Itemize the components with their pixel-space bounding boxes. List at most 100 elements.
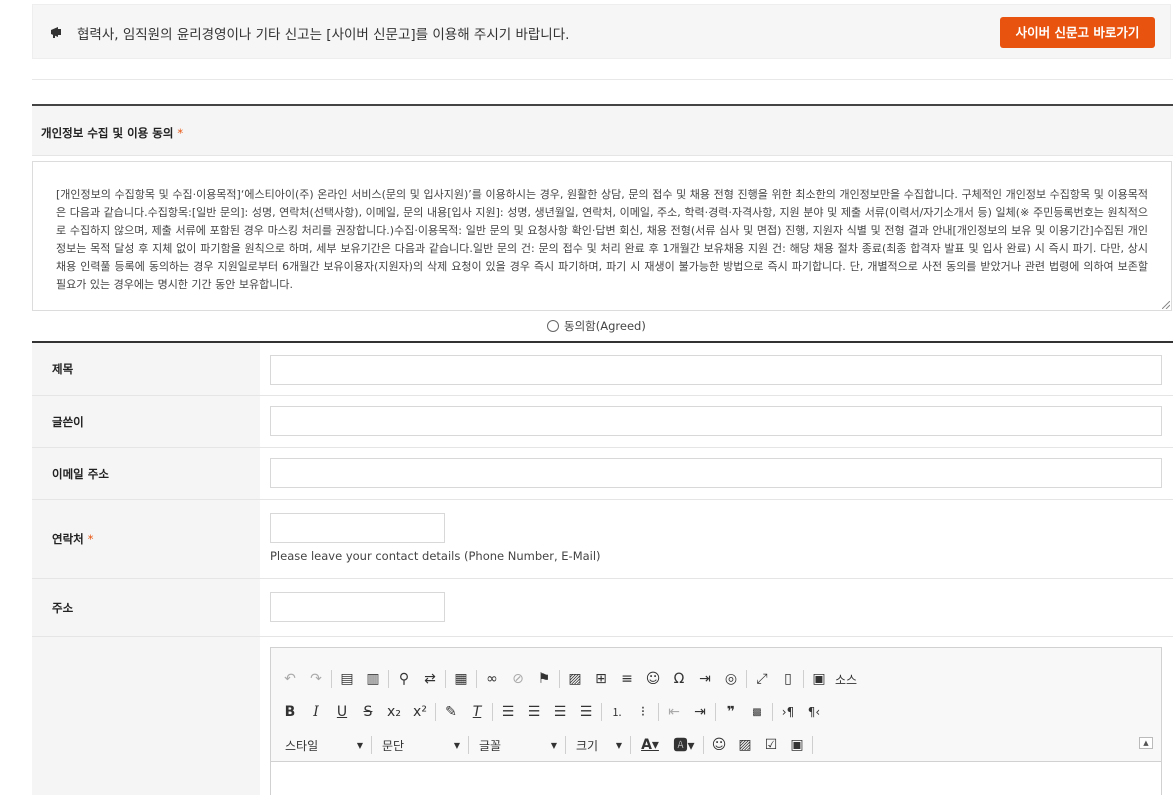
underline-icon[interactable]: U bbox=[329, 700, 355, 724]
toolbar-separator bbox=[388, 670, 389, 688]
size-dropdown[interactable]: 크기 ▼ bbox=[568, 733, 628, 757]
align-right-icon[interactable]: ☰ bbox=[547, 700, 573, 724]
source-button-label[interactable]: 소스 bbox=[832, 671, 860, 688]
toolbar-separator bbox=[746, 670, 747, 688]
cyber-report-button[interactable]: 사이버 신문고 바로가기 bbox=[1000, 17, 1155, 48]
form-row-author: 글쓴이 bbox=[32, 396, 1173, 448]
divider bbox=[32, 79, 1173, 80]
source-icon[interactable]: ▣ bbox=[806, 667, 832, 691]
table-icon[interactable]: ⊞ bbox=[588, 667, 614, 691]
paste-text-icon[interactable]: ▤ bbox=[334, 667, 360, 691]
email-input[interactable] bbox=[270, 458, 1162, 488]
form-row-subject: 제목 bbox=[32, 343, 1173, 396]
background-color-icon[interactable]: 🅰▾ bbox=[667, 733, 701, 757]
font-dropdown[interactable]: 글꼴 ▼ bbox=[471, 733, 563, 757]
contact-cell: Please leave your contact details (Phone… bbox=[260, 500, 1173, 578]
toolbar-separator bbox=[435, 703, 436, 721]
style-dropdown[interactable]: 스타일 ▼ bbox=[277, 733, 369, 757]
align-justify-icon[interactable]: ☰ bbox=[573, 700, 599, 724]
required-mark: * bbox=[177, 126, 184, 140]
find-icon[interactable]: ⚲ bbox=[391, 667, 417, 691]
remove-format-icon[interactable]: T bbox=[464, 700, 490, 724]
special-char-icon[interactable]: Ω bbox=[666, 667, 692, 691]
toolbar-separator bbox=[630, 736, 631, 754]
privacy-policy-text: [개인정보의 수집항목 및 수집·이용목적]‘에스티아이(주) 온라인 서비스(… bbox=[56, 188, 1148, 291]
toolbar-separator bbox=[601, 703, 602, 721]
notice-bar: 협력사, 임직원의 윤리경영이나 기타 신고는 [사이버 신문고]를 이용해 주… bbox=[32, 4, 1171, 59]
author-input[interactable] bbox=[270, 406, 1162, 436]
editor-content-area[interactable] bbox=[271, 761, 1161, 795]
style-dropdown-label: 스타일 bbox=[285, 738, 319, 753]
template-icon[interactable]: ▦ bbox=[448, 667, 474, 691]
resize-grip-icon[interactable] bbox=[1162, 301, 1170, 309]
outdent-icon[interactable]: ⇤ bbox=[661, 700, 687, 724]
notice-text: 협력사, 임직원의 윤리경영이나 기타 신고는 [사이버 신문고]를 이용해 주… bbox=[77, 27, 570, 43]
inquiry-form: 제목 글쓴이 이메일 주소 연락처 * Please leave your co… bbox=[32, 341, 1173, 795]
paste-word-icon[interactable]: ▥ bbox=[360, 667, 386, 691]
privacy-policy-textarea[interactable]: [개인정보의 수집항목 및 수집·이용목적]‘에스티아이(주) 온라인 서비스(… bbox=[32, 161, 1172, 311]
ltr-icon[interactable]: ›¶ bbox=[775, 700, 801, 724]
undo-icon[interactable]: ↶ bbox=[277, 667, 303, 691]
link-icon[interactable]: ∞ bbox=[479, 667, 505, 691]
contact-input[interactable] bbox=[270, 513, 445, 543]
maximize-icon[interactable]: ⤢ bbox=[749, 667, 775, 691]
subject-input[interactable] bbox=[270, 355, 1162, 385]
numbered-list-icon[interactable]: ⒈ bbox=[604, 700, 630, 724]
strike-icon[interactable]: S bbox=[355, 700, 381, 724]
align-center-icon[interactable]: ☰ bbox=[521, 700, 547, 724]
toolbar-separator bbox=[803, 670, 804, 688]
paragraph-dropdown[interactable]: 문단 ▼ bbox=[374, 733, 466, 757]
address-label: 주소 bbox=[32, 579, 260, 636]
replace-icon[interactable]: ⇄ bbox=[417, 667, 443, 691]
font-dropdown-label: 글꼴 bbox=[479, 738, 502, 753]
toolbar-separator bbox=[772, 703, 773, 721]
smiley-icon[interactable]: ☺ bbox=[640, 667, 666, 691]
rtl-icon[interactable]: ¶‹ bbox=[801, 700, 827, 724]
rich-text-editor: ↶ ↷ ▤ ▥ ⚲ ⇄ ▦ ∞ ⊘ ⚑ ▨ ⊞ ≡ ☺ Ω ⇥ ◎ ⤢ ▯ ▣ … bbox=[270, 647, 1162, 795]
toolbar-separator bbox=[331, 670, 332, 688]
email-cell bbox=[260, 448, 1173, 499]
agree-option[interactable]: 동의함(Agreed) bbox=[547, 318, 646, 334]
div-icon[interactable]: ▩ bbox=[744, 700, 770, 724]
chevron-down-icon: ▼ bbox=[615, 740, 622, 750]
chevron-down-icon: ▼ bbox=[550, 740, 557, 750]
unlink-icon[interactable]: ⊘ bbox=[505, 667, 531, 691]
content-cell: ↶ ↷ ▤ ▥ ⚲ ⇄ ▦ ∞ ⊘ ⚑ ▨ ⊞ ≡ ☺ Ω ⇥ ◎ ⤢ ▯ ▣ … bbox=[260, 637, 1173, 795]
insert-image-icon[interactable]: ▨ bbox=[732, 733, 758, 757]
blockquote-icon[interactable]: ❞ bbox=[718, 700, 744, 724]
indent-icon[interactable]: ⇥ bbox=[687, 700, 713, 724]
form-row-address: 주소 bbox=[32, 579, 1173, 637]
toolbar-separator bbox=[445, 670, 446, 688]
bulleted-list-icon[interactable]: ⁝ bbox=[630, 700, 656, 724]
anchor-icon[interactable]: ⚑ bbox=[531, 667, 557, 691]
italic-icon[interactable]: I bbox=[303, 700, 329, 724]
media-icon[interactable]: ▣ bbox=[784, 733, 810, 757]
superscript-icon[interactable]: x² bbox=[407, 700, 433, 724]
text-color-icon[interactable]: A▾ bbox=[633, 733, 667, 757]
address-input[interactable] bbox=[270, 592, 445, 622]
image-icon[interactable]: ▨ bbox=[562, 667, 588, 691]
copy-format-icon[interactable]: ✎ bbox=[438, 700, 464, 724]
checkbox-icon[interactable]: ☑ bbox=[758, 733, 784, 757]
required-mark: * bbox=[87, 532, 94, 546]
align-left-icon[interactable]: ☰ bbox=[495, 700, 521, 724]
form-row-content: ↶ ↷ ▤ ▥ ⚲ ⇄ ▦ ∞ ⊘ ⚑ ▨ ⊞ ≡ ☺ Ω ⇥ ◎ ⤢ ▯ ▣ … bbox=[32, 637, 1173, 795]
bold-icon[interactable]: B bbox=[277, 700, 303, 724]
toolbar-separator bbox=[715, 703, 716, 721]
horizontal-rule-icon[interactable]: ≡ bbox=[614, 667, 640, 691]
editor-toolbar-row-3: 스타일 ▼ 문단 ▼ 글꼴 ▼ 크기 ▼ A▾ 🅰▾ ☺ ▨ ☑ ▣ bbox=[277, 731, 815, 759]
agree-radio[interactable] bbox=[547, 320, 559, 332]
chevron-down-icon: ▼ bbox=[453, 740, 460, 750]
subscript-icon[interactable]: x₂ bbox=[381, 700, 407, 724]
toolbar-separator bbox=[476, 670, 477, 688]
emoji-icon[interactable]: ☺ bbox=[706, 733, 732, 757]
show-blocks-icon[interactable]: ▯ bbox=[775, 667, 801, 691]
page-break-icon[interactable]: ⇥ bbox=[692, 667, 718, 691]
iframe-icon[interactable]: ◎ bbox=[718, 667, 744, 691]
toolbar-separator bbox=[559, 670, 560, 688]
chevron-down-icon: ▼ bbox=[356, 740, 363, 750]
contact-label-text: 연락처 bbox=[52, 532, 84, 546]
redo-icon[interactable]: ↷ bbox=[303, 667, 329, 691]
toolbar-collapse-icon[interactable]: ▲ bbox=[1139, 737, 1153, 749]
email-label: 이메일 주소 bbox=[32, 448, 260, 499]
